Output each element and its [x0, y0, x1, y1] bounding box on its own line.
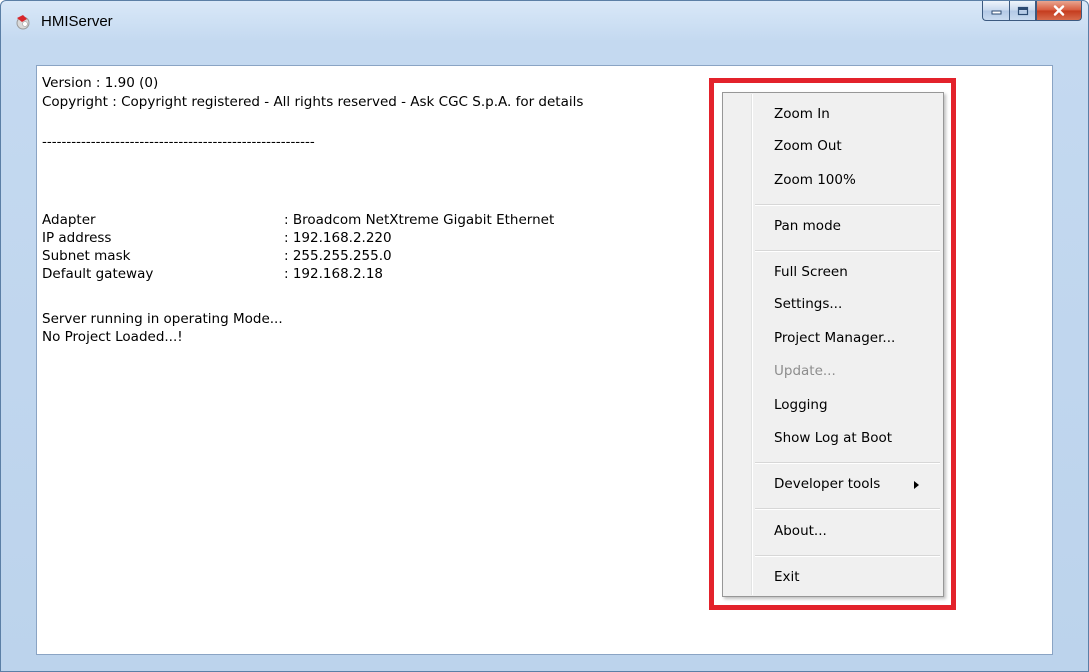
adapter-value: : Broadcom NetXtreme Gigabit Ethernet: [284, 212, 555, 228]
default-gateway-label: Default gateway: [42, 266, 154, 282]
menu-item-pan-mode[interactable]: Pan mode: [774, 218, 841, 234]
status-line-operating: Server running in operating Mode...: [42, 311, 283, 327]
subnet-mask-label: Subnet mask: [42, 248, 131, 264]
default-gateway-value: : 192.168.2.18: [284, 266, 384, 282]
separator-line: ----------------------------------------…: [42, 134, 315, 150]
close-button[interactable]: [1036, 1, 1082, 21]
context-menu: Zoom In Zoom Out Zoom 100% Pan mode Full…: [722, 92, 944, 597]
menu-separator: [755, 204, 940, 206]
title-bar[interactable]: HMIServer: [1, 1, 1088, 41]
maximize-button[interactable]: [1009, 1, 1036, 21]
menu-item-show-log-at-boot[interactable]: Show Log at Boot: [774, 430, 892, 446]
adapter-label: Adapter: [42, 212, 96, 228]
menu-separator: [755, 462, 940, 464]
menu-item-update: Update...: [774, 363, 836, 379]
version-line: Version : 1.90 (0): [42, 75, 159, 91]
menu-item-zoom-in[interactable]: Zoom In: [774, 106, 830, 122]
window-title: HMIServer: [41, 13, 113, 30]
menu-separator: [755, 555, 940, 557]
menu-separator: [755, 250, 940, 252]
menu-item-project-manager[interactable]: Project Manager...: [774, 330, 895, 346]
maximize-icon: [1017, 6, 1028, 15]
status-line-project: No Project Loaded...!: [42, 329, 183, 345]
menu-item-zoom-100[interactable]: Zoom 100%: [774, 172, 856, 188]
menu-item-logging[interactable]: Logging: [774, 397, 828, 413]
menu-item-exit[interactable]: Exit: [774, 569, 800, 585]
menu-separator: [755, 508, 940, 510]
subnet-mask-value: : 255.255.255.0: [284, 248, 392, 264]
menu-item-zoom-out[interactable]: Zoom Out: [774, 138, 842, 154]
menu-item-settings[interactable]: Settings...: [774, 296, 842, 312]
close-icon: [1053, 5, 1065, 16]
ip-address-label: IP address: [42, 230, 112, 246]
submenu-arrow-icon: [914, 481, 919, 489]
minimize-icon: [991, 10, 1001, 14]
menu-item-about[interactable]: About...: [774, 523, 827, 539]
ip-address-value: : 192.168.2.220: [284, 230, 392, 246]
menu-item-developer-tools[interactable]: Developer tools: [774, 476, 880, 492]
menu-icon-gutter: [751, 94, 753, 595]
hmiserver-app-icon[interactable]: [15, 14, 31, 30]
copyright-line: Copyright : Copyright registered - All r…: [42, 94, 584, 110]
menu-item-full-screen[interactable]: Full Screen: [774, 264, 848, 280]
caption-buttons: [982, 1, 1082, 21]
minimize-button[interactable]: [982, 1, 1009, 21]
